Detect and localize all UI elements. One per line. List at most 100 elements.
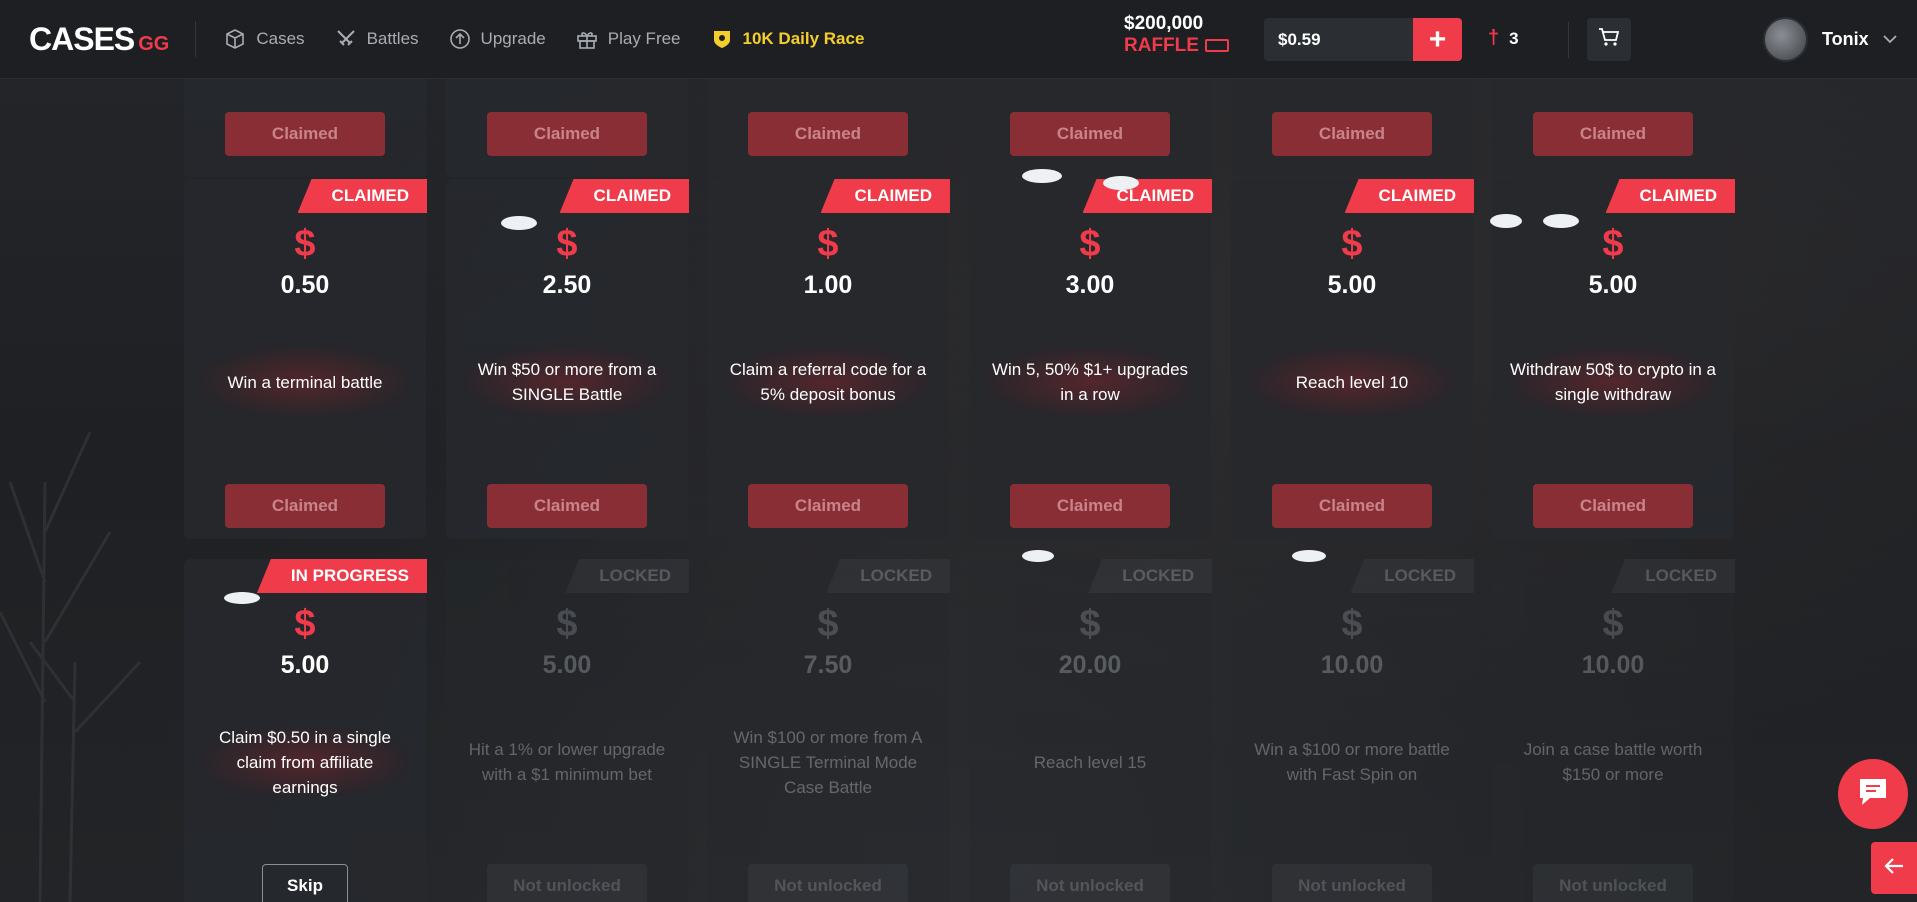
task-description: Win $100 or more from A SINGLE Terminal … [733,727,923,797]
username: Tonix [1822,29,1869,49]
quest-card: LOCKED $20.00 Reach level 15 Not unlocked [969,559,1212,902]
nav-upgrade[interactable]: Upgrade [449,28,546,50]
nav-play-free-label: Play Free [607,29,681,48]
raffle-label: RAFFLE [1124,35,1199,56]
nav-cases[interactable]: Cases [224,28,305,50]
status-badge: LOCKED [1088,559,1212,593]
quest-card: CLAIMED $1.00 Claim a referral code for a … [707,179,950,539]
nav-battles-label: Battles [366,29,419,48]
header-divider-2 [1568,22,1569,58]
status-badge: CLAIMED [1082,179,1212,213]
reward-value: 5.00 [542,651,592,679]
quest-card: CLAIMED $2.50 Win $50 or more from a SINGL… [446,179,689,539]
dollar-icon: $ [294,603,316,645]
nav-battles[interactable]: Battles [335,28,419,50]
status-badge: LOCKED [826,559,950,593]
quest-card: CLAIMED $3.00 Win 5, 50% $1+ upgrades in a… [969,179,1212,539]
dollar-icon: $ [556,223,578,265]
not-unlocked-button[interactable]: Not unlocked [1272,864,1432,902]
status-badge: LOCKED [565,559,689,593]
dollar-icon: $ [1341,223,1363,265]
main-nav: Cases Battles Upgrade Play Free 10K Dail… [224,28,894,50]
claimed-button[interactable]: Claimed [1533,484,1693,528]
claimed-button[interactable]: Claimed [225,112,385,156]
not-unlocked-button[interactable]: Not unlocked [487,864,647,902]
task-description: Win a terminal battle [202,347,408,417]
nav-play-free[interactable]: Play Free [576,28,681,50]
not-unlocked-button[interactable]: Not unlocked [1010,864,1170,902]
site-logo[interactable]: CASES GG [29,21,169,58]
quest-grid: CLAIMED $0.50 Win a terminal battle Claimed… [0,79,1917,902]
logo-suffix: GG [138,32,170,55]
snow-pile [1022,550,1054,562]
claimed-button[interactable]: Claimed [1533,112,1693,156]
dollar-icon: $ [817,223,839,265]
status-badge: LOCKED [1611,559,1735,593]
upgrade-icon [449,28,471,50]
task-description: Claim $0.50 in a single claim from affil… [202,727,408,797]
dollar-icon: $ [1079,223,1101,265]
balance-display[interactable]: $0.59 [1264,18,1414,61]
reward-value: 3.00 [1065,271,1115,299]
dollar-icon: $ [1602,603,1624,645]
snow-pile [1490,214,1522,228]
chevron-down-icon [1883,31,1897,49]
quest-card: LOCKED $7.50 Win $100 or more from A SINGL… [707,559,950,902]
header-divider [195,21,197,57]
task-description: Reach level 10 [1249,347,1455,417]
task-description: Win $50 or more from a SINGLE Battle [464,347,670,417]
claimed-button[interactable]: Claimed [748,484,908,528]
claimed-button[interactable]: Claimed [748,112,908,156]
chat-bubble-icon [1856,776,1890,813]
deposit-button[interactable]: + [1413,18,1462,61]
status-badge: CLAIMED [1344,179,1474,213]
quest-card: IN PROGRESS $5.00 Claim $0.50 in a single … [184,559,427,902]
ticket-icon [1204,39,1229,52]
quest-card: CLAIMED $5.00 Withdraw 50$ to crypto in a … [1492,179,1735,539]
snow-pile [501,216,537,230]
claimed-button[interactable]: Claimed [1010,112,1170,156]
dollar-icon: $ [817,603,839,645]
logo-text: CASES [29,20,135,57]
chat-button[interactable] [1838,759,1908,829]
gift-icon [576,28,598,50]
task-description: Withdraw 50$ to crypto in a single withd… [1510,347,1716,417]
claimed-button[interactable]: Claimed [1010,484,1170,528]
claimed-button[interactable]: Claimed [487,484,647,528]
status-badge: CLAIMED [1605,179,1735,213]
reward-value: 1.00 [803,271,853,299]
reward-value: 2.50 [542,271,592,299]
avatar [1763,17,1808,62]
task-description: Hit a 1% or lower upgrade with a $1 mini… [468,740,666,784]
quest-card: CLAIMED $5.00 Reach level 10 Claimed [1231,179,1474,539]
snow-pile [1103,176,1139,190]
task-description: Claim a referral code for a 5% deposit b… [725,347,931,417]
dollar-icon: $ [556,603,578,645]
skip-button[interactable]: Skip [262,864,348,902]
nav-cases-label: Cases [256,29,305,48]
status-badge: CLAIMED [559,179,689,213]
nav-daily-race[interactable]: 10K Daily Race [711,28,864,50]
claimed-button[interactable]: Claimed [1272,484,1432,528]
cart-icon [1598,27,1620,52]
reward-value: 10.00 [1320,651,1384,679]
side-panel-toggle[interactable] [1871,842,1917,894]
status-badge: CLAIMED [297,179,427,213]
candy-counter[interactable]: † 3 [1488,27,1519,50]
not-unlocked-button[interactable]: Not unlocked [748,864,908,902]
status-badge: CLAIMED [820,179,950,213]
user-menu[interactable]: Tonix [1763,17,1897,62]
raffle-banner[interactable]: $200,000 RAFFLE [1124,14,1229,55]
cart-button[interactable] [1587,18,1631,61]
claimed-button[interactable]: Claimed [487,112,647,156]
snow-pile [224,592,260,604]
top-navbar: CASES GG Cases Battles Upgrade Play Free… [0,0,1917,79]
claimed-button[interactable]: Claimed [1272,112,1432,156]
dollar-icon: $ [1079,603,1101,645]
reward-value: 0.50 [280,271,330,299]
dollar-icon: $ [1341,603,1363,645]
not-unlocked-button[interactable]: Not unlocked [1533,864,1693,902]
claimed-button[interactable]: Claimed [225,484,385,528]
task-description: Win a $100 or more battle with Fast Spin… [1254,740,1450,784]
dollar-icon: $ [1602,223,1624,265]
